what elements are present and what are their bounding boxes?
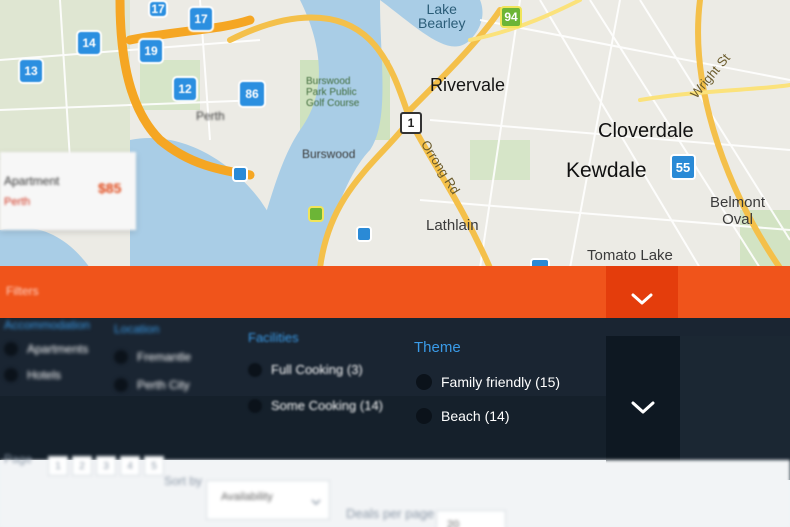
listing-preview-price: $85 — [98, 180, 122, 196]
radio-icon[interactable] — [114, 350, 128, 364]
filter-group-title: Theme — [414, 339, 461, 356]
map-label-cloverdale: Cloverdale — [598, 120, 694, 142]
map-label-burswood: Burswood — [302, 147, 356, 161]
route-shield-icon — [308, 206, 324, 222]
radio-icon[interactable] — [416, 408, 432, 424]
listing-pin-icon[interactable]: 86 — [238, 80, 266, 108]
listing-pin-icon[interactable]: 17 — [188, 6, 214, 32]
route-1-shield-icon: 1 — [400, 112, 422, 134]
sort-select-value: Availability — [221, 491, 273, 503]
map-label-lake-bearley: Lake Bearley — [418, 2, 465, 30]
filter-option[interactable]: Perth City — [114, 378, 190, 392]
chevron-down-icon — [631, 401, 655, 414]
listing-pin-icon[interactable]: 17 — [148, 0, 168, 18]
listing-pin-icon[interactable]: 12 — [172, 76, 198, 102]
page-button[interactable]: 1 — [48, 456, 68, 476]
route-55-shield-icon: 55 — [670, 154, 696, 180]
filter-option-label: Some Cooking (14) — [271, 398, 383, 413]
filter-group-title: Facilities — [248, 330, 299, 345]
radio-icon[interactable] — [416, 374, 432, 390]
radio-icon[interactable] — [114, 378, 128, 392]
listing-preview-card[interactable]: Apartment Perth $85 — [0, 152, 136, 230]
per-page-select[interactable]: 20 — [436, 510, 506, 527]
page-button[interactable]: 4 — [120, 456, 140, 476]
map-label-tomato-lake: Tomato Lake — [587, 247, 673, 264]
per-page-label: Deals per page — [346, 506, 435, 521]
listing-pin-icon[interactable]: 14 — [76, 30, 102, 56]
page-button[interactable]: 5 — [144, 456, 164, 476]
filter-group-title: Accommodation — [4, 318, 91, 332]
filter-option-label: Perth City — [137, 378, 190, 392]
listing-pin-icon[interactable]: 13 — [18, 58, 44, 84]
chevron-down-icon — [631, 293, 653, 305]
filter-option-label: Fremantle — [137, 350, 192, 364]
filter-header-label: Filters — [6, 284, 39, 298]
filter-option-label: Full Cooking (3) — [271, 362, 363, 377]
pagination-label: Page — [4, 452, 33, 466]
listing-preview-title: Apartment — [4, 174, 60, 188]
sort-label: Sort by — [164, 474, 203, 488]
per-page-value: 20 — [447, 519, 460, 527]
filter-panel: Accommodation Apartments Hotels Location… — [0, 318, 790, 480]
page-button[interactable]: 3 — [96, 456, 116, 476]
map-view[interactable]: Lake Bearley Rivervale Cloverdale Kewdal… — [0, 0, 790, 268]
filter-option[interactable]: Full Cooking (3) — [248, 362, 363, 377]
filter-option-label: Apartments — [27, 342, 89, 356]
route-94-shield-icon: 94 — [500, 6, 522, 28]
filter-option[interactable]: Apartments — [4, 342, 88, 356]
filter-option[interactable]: Family friendly (15) — [416, 374, 560, 390]
map-label-kewdale: Kewdale — [566, 159, 647, 182]
filter-group-title: Location — [114, 322, 160, 336]
radio-icon[interactable] — [4, 342, 18, 356]
listing-preview-location: Perth — [4, 196, 31, 208]
route-shield-icon — [232, 166, 248, 182]
map-label-perth: Perth — [196, 109, 225, 123]
chevron-down-icon — [311, 499, 321, 505]
radio-icon[interactable] — [248, 362, 262, 377]
filter-option[interactable]: Beach (14) — [416, 408, 509, 424]
filter-panel-right — [680, 336, 790, 480]
filter-option[interactable]: Fremantle — [114, 350, 191, 364]
map-label-burswood-golf: Burswood Park Public Golf Course — [306, 76, 360, 109]
route-shield-icon — [356, 226, 372, 242]
page-button[interactable]: 2 — [72, 456, 92, 476]
map-label-rivervale: Rivervale — [430, 75, 506, 95]
filter-option-label: Beach (14) — [441, 408, 510, 424]
screen: Lake Bearley Rivervale Cloverdale Kewdal… — [0, 0, 790, 527]
sort-select[interactable]: Availability — [206, 480, 330, 520]
results-toolbar: Page 1 2 3 4 5 Sort by Availability Deal… — [0, 452, 790, 527]
radio-icon[interactable] — [4, 368, 18, 382]
filter-option-label: Hotels — [27, 368, 62, 382]
filter-option[interactable]: Hotels — [4, 368, 61, 382]
filter-panel-toggle-button[interactable] — [606, 336, 680, 480]
radio-icon[interactable] — [248, 398, 262, 413]
map-label-lathlain: Lathlain — [426, 217, 479, 234]
map-label-belmont-oval: Belmont Oval — [710, 194, 766, 228]
filter-option[interactable]: Some Cooking (14) — [248, 398, 383, 413]
map-label-lake-bearley-text: Lake Bearley — [418, 1, 466, 31]
listing-pin-icon[interactable]: 19 — [138, 38, 164, 64]
filter-option-label: Family friendly (15) — [441, 374, 561, 390]
pagination: 1 2 3 4 5 — [48, 456, 164, 476]
